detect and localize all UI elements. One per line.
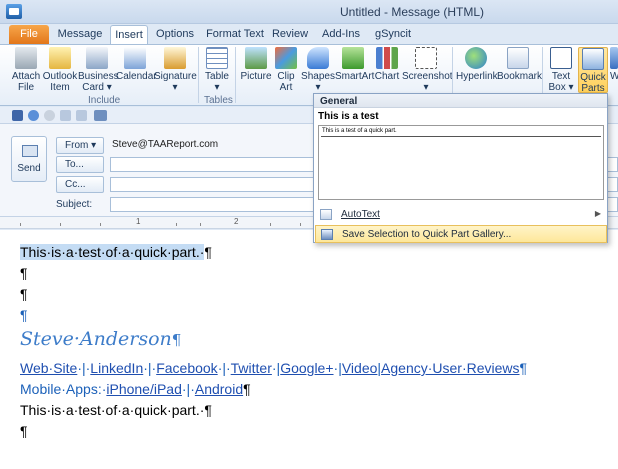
link-twitter[interactable]: Twitter <box>231 360 272 376</box>
outlook-app-icon[interactable] <box>6 4 22 19</box>
chart-icon <box>376 47 398 69</box>
picture-button[interactable]: Picture <box>239 47 273 82</box>
group-label-tables: Tables <box>204 95 233 106</box>
link-website[interactable]: Web·Site <box>20 360 77 376</box>
redo-icon[interactable] <box>44 110 55 121</box>
group-separator <box>235 47 236 103</box>
signature-links: Web·Site·|·LinkedIn·|·Facebook·|·Twitter… <box>20 360 528 376</box>
send-envelope-icon <box>22 145 38 157</box>
empty-paragraph: ¶ <box>20 265 28 281</box>
picture-icon <box>245 47 267 69</box>
from-address: Steve@TAAReport.com <box>112 139 219 150</box>
window-title: Untitled - Message (HTML) <box>340 5 485 19</box>
subject-label: Subject: <box>56 199 93 210</box>
undo-icon[interactable] <box>28 110 39 121</box>
autotext-icon <box>320 209 332 220</box>
tab-format-text[interactable]: Format Text <box>204 25 266 44</box>
link-facebook[interactable]: Facebook <box>156 360 217 376</box>
signature-button[interactable]: Signature ▾ <box>154 47 197 93</box>
cc-button[interactable]: Cc... <box>56 176 104 193</box>
down-arrow-icon[interactable] <box>76 110 87 121</box>
link-video[interactable]: Video <box>342 360 378 376</box>
empty-paragraph: ¶ <box>20 423 28 439</box>
customize-toolbar-icon[interactable] <box>94 110 107 121</box>
submenu-arrow-icon: ▶ <box>594 209 601 218</box>
clip-art-icon <box>275 47 297 69</box>
business-card-icon <box>86 47 108 69</box>
bookmark-button[interactable]: Bookmark <box>497 47 542 82</box>
body-line: This·is·a·test·of·a·quick·part.·¶ <box>20 402 212 418</box>
title-bar: Untitled - Message (HTML) <box>0 0 618 24</box>
up-arrow-icon[interactable] <box>60 110 71 121</box>
quick-part-name[interactable]: This is a test <box>318 111 379 122</box>
message-body[interactable]: This·is·a·test·of·a·quick·part.·¶ ¶ ¶ ¶ … <box>0 230 618 469</box>
to-button[interactable]: To... <box>56 156 104 173</box>
tab-insert[interactable]: Insert <box>110 25 148 44</box>
save-icon[interactable] <box>12 110 23 121</box>
save-to-gallery-menu-item[interactable]: Save Selection to Quick Part Gallery... <box>315 225 607 243</box>
globe-link-icon <box>465 47 487 69</box>
business-card-button[interactable]: Business Card ▾ <box>78 47 119 93</box>
tab-review[interactable]: Review <box>270 25 310 44</box>
ruler-number: 1 <box>136 217 141 226</box>
group-separator <box>198 47 199 103</box>
table-icon <box>206 47 228 69</box>
empty-paragraph: ¶ <box>20 307 28 323</box>
shapes-icon <box>307 47 329 69</box>
bookmark-icon <box>507 47 529 69</box>
send-button[interactable]: Send <box>11 136 47 182</box>
autotext-menu-item[interactable]: AutoText ▶ <box>315 206 607 224</box>
calendar-icon <box>124 47 146 69</box>
smartart-icon <box>342 47 364 69</box>
gallery-section-label: General <box>314 94 607 108</box>
body-line: This·is·a·test·of·a·quick·part.·¶ <box>20 244 212 260</box>
text-box-icon <box>550 47 572 69</box>
group-label-include: Include <box>88 95 121 106</box>
tab-gsyncit[interactable]: gSyncit <box>370 25 416 44</box>
table-button[interactable]: Table ▾ <box>202 47 232 93</box>
shapes-button[interactable]: Shapes ▾ <box>301 47 335 93</box>
signature-name: Steve·Anderson¶ <box>20 328 182 350</box>
chart-button[interactable]: Chart <box>373 47 401 82</box>
tab-options[interactable]: Options <box>152 25 198 44</box>
wordart-button[interactable]: W <box>610 47 618 82</box>
calendar-button[interactable]: Calendar <box>116 47 157 82</box>
link-linkedin[interactable]: LinkedIn <box>90 360 143 376</box>
from-button[interactable]: From ▾ <box>56 137 104 154</box>
empty-paragraph: ¶ <box>20 286 28 302</box>
link-google-plus[interactable]: Google+ <box>280 360 333 376</box>
smartart-button[interactable]: SmartArt <box>335 47 374 82</box>
link-agency-reviews[interactable]: Agency·User·Reviews <box>381 360 519 376</box>
selected-text[interactable]: This·is·a·test·of·a·quick·part.· <box>20 244 205 260</box>
link-iphone-ipad[interactable]: iPhone/iPad <box>106 381 182 397</box>
attach-file-button[interactable]: Attach File <box>8 47 44 93</box>
tab-add-ins[interactable]: Add-Ins <box>318 25 364 44</box>
paperclip-icon <box>15 47 37 69</box>
tab-file[interactable]: File <box>9 25 49 44</box>
screenshot-icon <box>415 47 437 69</box>
quick-part-preview[interactable]: This is a test of a quick part. <box>318 125 604 200</box>
quick-parts-menu: General This is a test This is a test of… <box>313 93 608 243</box>
quick-parts-icon <box>582 48 604 70</box>
quick-parts-button[interactable]: QuickParts ▾ <box>578 47 608 105</box>
screenshot-button[interactable]: Screenshot ▾ <box>402 47 453 93</box>
ribbon-tabs: File Message Insert Options Format Text … <box>0 24 618 44</box>
ruler-number: 2 <box>234 217 239 226</box>
text-box-button[interactable]: Text Box ▾ <box>546 47 576 93</box>
signature-pen-icon <box>164 47 186 69</box>
wordart-icon <box>610 47 618 69</box>
envelope-icon <box>49 47 71 69</box>
save-gallery-icon <box>321 229 333 240</box>
tab-message[interactable]: Message <box>54 25 106 44</box>
clip-art-button[interactable]: Clip Art <box>273 47 299 93</box>
outlook-item-button[interactable]: Outlook Item <box>42 47 78 93</box>
hyperlink-button[interactable]: Hyperlink <box>456 47 498 82</box>
link-android[interactable]: Android <box>195 381 243 397</box>
mobile-apps-line: Mobile·Apps:·iPhone/iPad·|·Android¶ <box>20 381 251 397</box>
